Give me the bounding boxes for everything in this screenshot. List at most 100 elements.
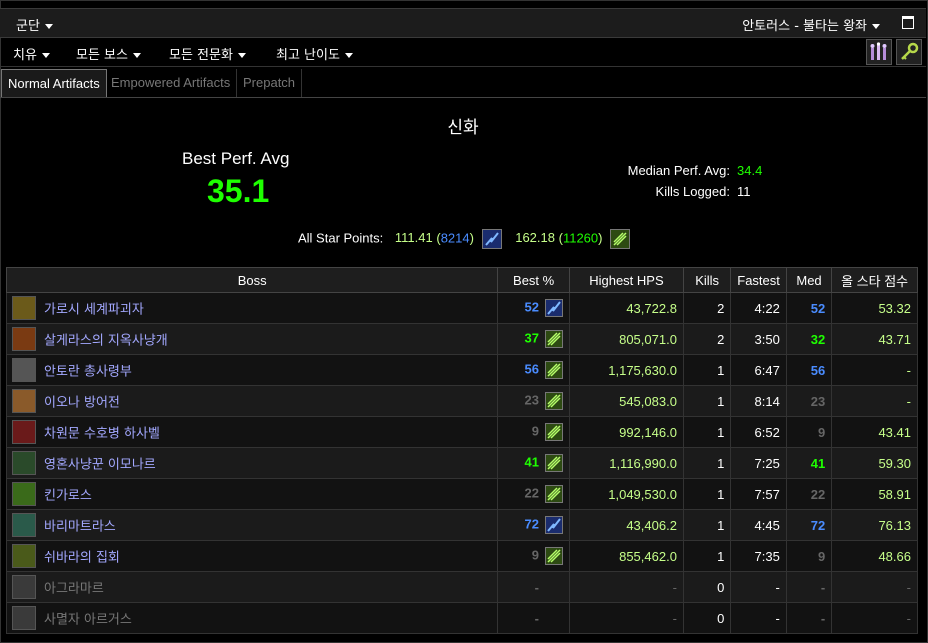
boss-filter[interactable]: 모든 보스: [76, 44, 141, 63]
kills-cell: 2: [682, 323, 732, 355]
kills-cell: 0: [682, 571, 732, 603]
expansion-dropdown[interactable]: 군단: [16, 15, 53, 34]
fastest-cell: 8:14: [730, 385, 787, 417]
key-icon[interactable]: [896, 39, 922, 65]
med-percent: 56: [810, 362, 826, 378]
col-boss[interactable]: Boss: [5, 267, 499, 293]
table-row[interactable]: 영혼사냥꾼 이모나르 41 1,116,990.0 1 7:25 41 59.3…: [5, 447, 918, 479]
median-value: 34.4: [737, 163, 763, 178]
all-star-points: All Star Points: 111.41 (8214) 162.18 (1…: [298, 229, 631, 249]
allstar-cell: 53.32: [831, 292, 918, 324]
metric-filter[interactable]: 치유: [13, 44, 50, 63]
boss-name[interactable]: 영혼사냥꾼 이모나르: [44, 458, 156, 473]
table-row[interactable]: 킨가로스 22 1,049,530.0 1 7:57 22 58.91: [5, 478, 918, 510]
best-percent: 41: [524, 454, 539, 470]
leaf-icon: [544, 330, 563, 348]
kills-cell: 1: [682, 447, 732, 479]
boss-cell[interactable]: 아그라마르: [5, 571, 499, 603]
table-header-row: Boss Best % Highest HPS Kills Fastest Me…: [5, 267, 918, 293]
bolt-icon: [481, 229, 502, 249]
med-percent: 9: [817, 548, 826, 564]
boss-cell[interactable]: 사멸자 아르거스: [5, 602, 499, 634]
col-hps[interactable]: Highest HPS: [568, 267, 684, 293]
boss-name[interactable]: 킨가로스: [44, 489, 92, 504]
tab-prepatch[interactable]: Prepatch: [237, 69, 303, 97]
table-row[interactable]: 아그라마르 - - 0 - - -: [5, 571, 918, 603]
table-row[interactable]: 바리마트라스 72 43,406.2 1 4:45 72 76.13: [5, 509, 918, 541]
table-row[interactable]: 이오나 방어전 23 545,083.0 1 8:14 23 -: [5, 385, 918, 417]
boss-cell[interactable]: 쉬바라의 집회: [5, 540, 499, 572]
boss-cell[interactable]: 바리마트라스: [5, 509, 499, 541]
difficulty-filter-label: 최고 난이도: [276, 48, 340, 63]
col-fastest[interactable]: Fastest: [730, 267, 787, 293]
table-row[interactable]: 가로시 세계파괴자 52 43,722.8 2 4:22 52 53.32: [5, 292, 918, 324]
fastest-cell: -: [730, 602, 787, 634]
boss-name[interactable]: 아그라마르: [44, 582, 104, 597]
chevron-down-icon: [41, 53, 50, 58]
table-row[interactable]: 쉬바라의 집회 9 855,462.0 1 7:35 9 48.66: [5, 540, 918, 572]
raid-group-icon[interactable]: [866, 39, 892, 65]
col-allstar[interactable]: 올 스타 점수: [831, 267, 918, 293]
boss-cell[interactable]: 안토란 총사령부: [5, 354, 499, 386]
best-percent: -: [534, 579, 539, 595]
spec-filter[interactable]: 모든 전문화: [169, 44, 246, 63]
boss-name[interactable]: 이오나 방어전: [44, 396, 120, 411]
med-cell: 9: [785, 540, 833, 572]
boss-name[interactable]: 살게라스의 지옥사냥개: [44, 334, 168, 349]
kills-cell: 2: [682, 292, 732, 324]
med-percent: 52: [810, 300, 826, 316]
chevron-down-icon: [344, 53, 353, 58]
raid-dropdown[interactable]: 안토러스 - 불타는 왕좌: [742, 15, 880, 34]
leaf-icon: [544, 454, 563, 472]
kills-cell: 1: [682, 509, 732, 541]
best-perf-label: Best Perf. Avg: [182, 149, 290, 168]
table-row[interactable]: 차원문 수호병 하사벨 9 992,146.0 1 6:52 9 43.41: [5, 416, 918, 448]
boss-name[interactable]: 차원문 수호병 하사벨: [44, 427, 160, 442]
leaf-icon: [544, 547, 563, 565]
boss-cell[interactable]: 이오나 방어전: [5, 385, 499, 417]
top-bar: 군단 안토러스 - 불타는 왕좌: [0, 8, 926, 38]
boss-cell[interactable]: 킨가로스: [5, 478, 499, 510]
boss-name[interactable]: 사멸자 아르거스: [44, 613, 132, 628]
boss-table: Boss Best % Highest HPS Kills Fastest Me…: [5, 267, 918, 634]
maximize-icon[interactable]: [902, 16, 914, 29]
allstar-cell: 76.13: [831, 509, 918, 541]
hps-cell: -: [568, 602, 684, 634]
med-percent: 23: [810, 393, 826, 409]
tab-normal-artifacts[interactable]: Normal Artifacts: [1, 69, 107, 97]
col-med[interactable]: Med: [785, 267, 833, 293]
boss-name[interactable]: 안토란 총사령부: [44, 365, 132, 380]
med-cell: 56: [785, 354, 833, 386]
difficulty-filter[interactable]: 최고 난이도: [276, 44, 353, 63]
best-cell: 41: [497, 447, 570, 479]
boss-name[interactable]: 가로시 세계파괴자: [44, 303, 144, 318]
col-best[interactable]: Best %: [497, 267, 570, 293]
table-row[interactable]: 안토란 총사령부 56 1,175,630.0 1 6:47 56 -: [5, 354, 918, 386]
med-cell: 23: [785, 385, 833, 417]
tab-empowered-artifacts[interactable]: Empowered Artifacts: [105, 69, 238, 97]
best-perf-value: 35.1: [207, 173, 270, 209]
fastest-cell: 3:50: [730, 323, 787, 355]
med-percent: 41: [810, 455, 826, 471]
kills-cell: 1: [682, 385, 732, 417]
star1-rank[interactable]: 8214: [441, 230, 470, 245]
boss-cell[interactable]: 영혼사냥꾼 이모나르: [5, 447, 499, 479]
kills-cell: 1: [682, 540, 732, 572]
hps-cell: 805,071.0: [568, 323, 684, 355]
fastest-cell: 7:57: [730, 478, 787, 510]
table-row[interactable]: 사멸자 아르거스 - - 0 - - -: [5, 602, 918, 634]
col-kills[interactable]: Kills: [682, 267, 732, 293]
boss-cell[interactable]: 가로시 세계파괴자: [5, 292, 499, 324]
best-percent: 9: [531, 423, 539, 439]
boss-name[interactable]: 바리마트라스: [44, 520, 116, 535]
table-row[interactable]: 살게라스의 지옥사냥개 37 805,071.0 2 3:50 32 43.71: [5, 323, 918, 355]
boss-portrait-icon: [12, 358, 36, 382]
star2-rank[interactable]: 11260: [563, 230, 598, 245]
med-cell: 72: [785, 509, 833, 541]
boss-cell[interactable]: 차원문 수호병 하사벨: [5, 416, 499, 448]
best-percent: -: [534, 610, 539, 626]
leaf-icon: [544, 485, 563, 503]
chevron-down-icon: [44, 24, 53, 29]
boss-name[interactable]: 쉬바라의 집회: [44, 551, 120, 566]
boss-cell[interactable]: 살게라스의 지옥사냥개: [5, 323, 499, 355]
